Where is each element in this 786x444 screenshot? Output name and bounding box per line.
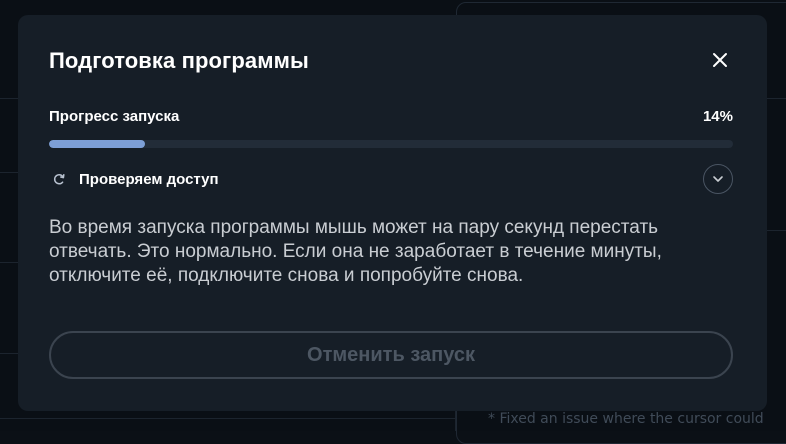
dialog-title: Подготовка программы xyxy=(49,48,309,73)
chevron-down-icon xyxy=(713,176,723,182)
background-divider xyxy=(455,411,456,431)
progress-label: Прогресс запуска xyxy=(49,108,180,125)
background-divider xyxy=(767,230,786,231)
progress-bar xyxy=(49,140,733,148)
progress-bar-fill xyxy=(49,140,145,148)
progress-percent: 14% xyxy=(702,108,733,125)
background-divider xyxy=(0,418,455,419)
background-divider xyxy=(0,172,18,173)
background-divider xyxy=(0,98,18,99)
current-step-row: Проверяем доступ xyxy=(49,163,733,195)
background-divider xyxy=(0,262,18,263)
close-icon xyxy=(713,53,727,67)
expand-step-button[interactable] xyxy=(703,164,733,194)
dialog-description: Во время запуска программы мышь может на… xyxy=(49,217,662,286)
background-divider xyxy=(767,98,786,99)
background-divider xyxy=(0,353,18,354)
spinner-icon xyxy=(53,174,65,185)
launch-preparation-dialog: Подготовка программы Прогресс запуска 14… xyxy=(18,15,767,411)
current-step-label: Проверяем доступ xyxy=(79,171,219,188)
close-button[interactable] xyxy=(706,46,734,74)
cancel-launch-button[interactable]: Отменить запуск xyxy=(49,331,733,379)
background-footer-note: * Fixed an issue where the cursor could xyxy=(488,411,764,427)
